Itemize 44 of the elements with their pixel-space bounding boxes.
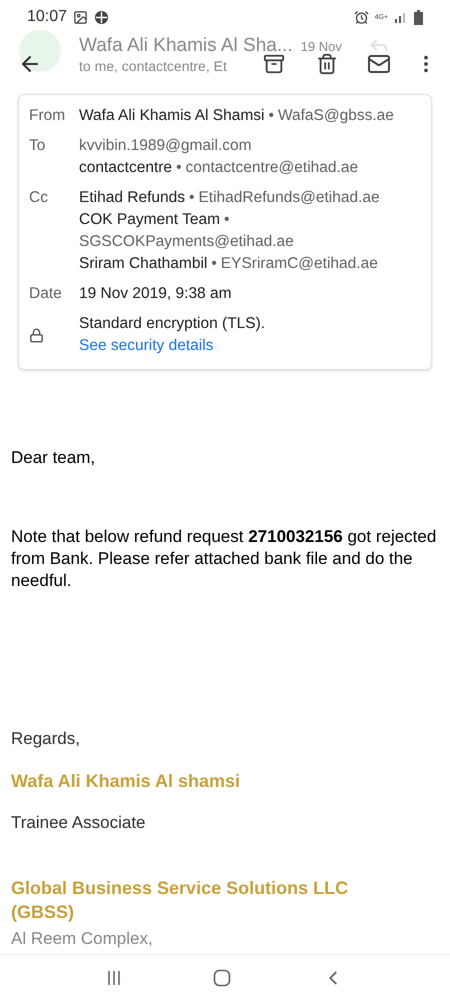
status-time: 10:07: [27, 7, 68, 27]
company-name: Global Business Service Solutions LLC (GBSS): [11, 877, 350, 924]
archive-icon[interactable]: [263, 53, 285, 75]
contact-email: EYSriramC@etihad.ae: [220, 254, 378, 274]
signal-icon: [394, 11, 408, 23]
separator-dot: •: [224, 210, 230, 230]
contact-email: EtihadRefunds@etihad.ae: [198, 188, 380, 208]
alarm-icon: [354, 10, 369, 24]
contact-name: Wafa Ali Khamis Al Shamsi: [79, 106, 264, 126]
sender-name: Wafa Ali Khamis Al Sha...: [79, 34, 293, 58]
email-date: 19 Nov: [300, 38, 342, 56]
field-label: Cc: [29, 188, 49, 208]
contact-email: contactcentre@etihad.ae: [186, 158, 358, 178]
contact-email: SGSCOKPayments@etihad.ae: [79, 232, 294, 252]
field-label: Date: [29, 284, 63, 304]
home-icon[interactable]: [212, 968, 231, 986]
separator-dot: •: [189, 188, 194, 208]
field-label: From: [29, 106, 66, 126]
separator-dot: •: [268, 106, 274, 126]
delete-icon[interactable]: [316, 53, 338, 75]
field-label: To: [29, 136, 46, 156]
battery-icon: [414, 10, 423, 24]
security-details-link[interactable]: See security details: [79, 335, 266, 357]
mail-icon[interactable]: [367, 52, 391, 76]
gallery-icon: [73, 10, 88, 24]
recipients-summary: to me, contactcentre, Et: [79, 57, 227, 76]
signature-name: Wafa Ali Khamis Al shamsi: [11, 770, 242, 792]
lock-icon: [29, 328, 44, 342]
contact-email: WafaS@gbss.ae: [278, 106, 394, 126]
separator-dot: •: [176, 158, 182, 178]
contact-name: Sriram Chathambil: [79, 254, 208, 274]
separator-dot: •: [211, 254, 217, 274]
contact-name: contactcentre: [79, 158, 172, 178]
contact-name: Etihad Refunds: [79, 188, 185, 208]
contact-name: COK Payment Team: [79, 210, 220, 230]
address-text: Al Reem Complex,: [11, 928, 153, 950]
contact-name: 19 Nov 2019, 9:38 am: [79, 284, 232, 304]
encryption-text: Standard encryption (TLS).: [79, 314, 266, 334]
contact-email: kvvibin.1989@gmail.com: [79, 136, 252, 156]
signature-title: Trainee Associate: [11, 812, 146, 834]
closing-text: Regards,: [11, 728, 81, 750]
greeting-text: Dear team,: [11, 447, 96, 469]
message-text: Note that below refund request 2710032156 got rejected from Bank. Please refer attached bank file and do the needful.: [11, 526, 438, 592]
recents-icon[interactable]: [106, 970, 122, 986]
